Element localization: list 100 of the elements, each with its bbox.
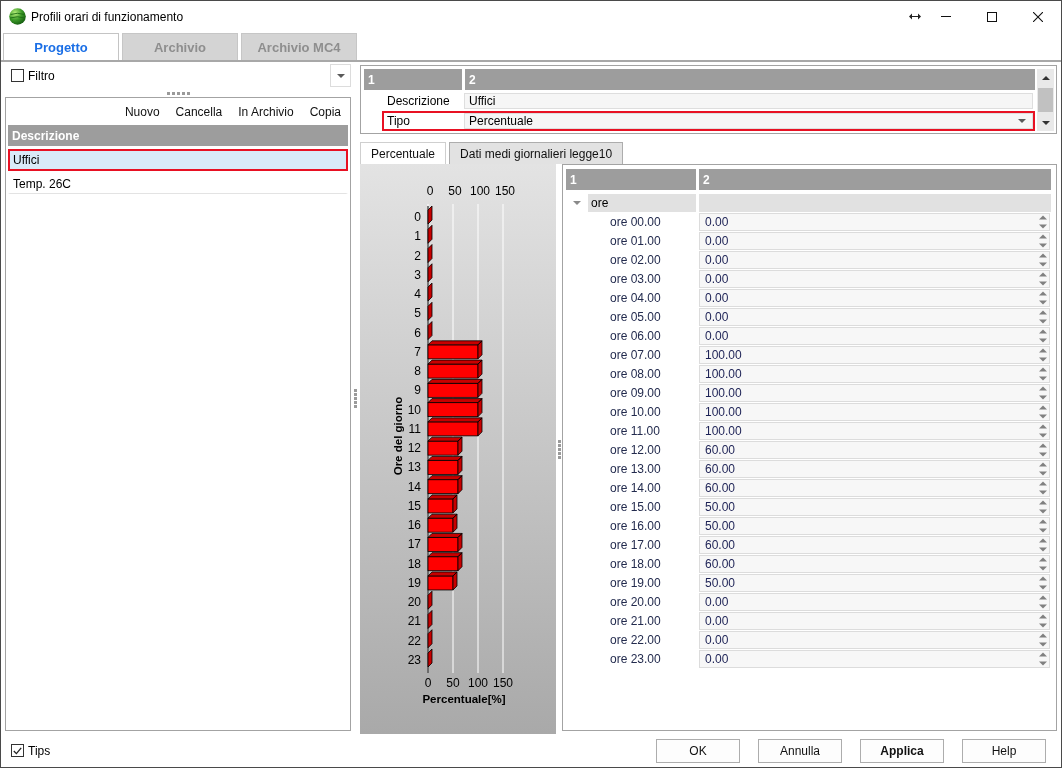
axis-tick-label: 15	[407, 498, 421, 513]
axis-tick-label: 16	[407, 518, 421, 533]
number-field[interactable]: 100.00	[699, 384, 1050, 402]
axis-tick-label: 0	[424, 676, 432, 690]
caret-icon	[1018, 119, 1026, 123]
caret-icon	[336, 73, 345, 78]
axis-tick-label: 18	[407, 556, 421, 571]
list-item[interactable]: Uffici	[8, 149, 348, 171]
spinner-arrows-icon	[1039, 595, 1047, 609]
toolbar-button[interactable]: Cancella	[170, 102, 228, 121]
grip-icon[interactable]	[166, 91, 190, 95]
spinner-arrows-icon	[1039, 519, 1047, 533]
scrollbar[interactable]	[1037, 69, 1054, 131]
close-icon	[1033, 11, 1043, 22]
row-label: ore 19.00	[609, 574, 662, 592]
spinner-arrows-icon	[1039, 538, 1047, 552]
row-label: ore 04.00	[609, 289, 662, 307]
tab[interactable]: Dati medi giornalieri legge10	[449, 142, 624, 164]
number-field[interactable]: 50.00	[699, 498, 1050, 516]
checkbox[interactable]	[11, 744, 24, 757]
up-arrow-icon	[1041, 75, 1050, 80]
checkbox-label[interactable]: Tips	[28, 743, 51, 758]
number-field[interactable]: 50.00	[699, 517, 1050, 535]
resize-arrows-icon[interactable]	[909, 13, 921, 20]
number-field[interactable]: 60.00	[699, 441, 1050, 459]
row-label: ore 23.00	[609, 650, 662, 668]
spinner-arrows-icon	[1039, 310, 1047, 324]
number-field[interactable]: 100.00	[699, 365, 1050, 383]
number-field[interactable]: 0.00	[699, 308, 1050, 326]
spinner-arrows-icon	[1039, 405, 1047, 419]
toolbar-button[interactable]: Copia	[304, 102, 346, 121]
text-field[interactable]: Uffici	[464, 93, 1033, 109]
axis-tick-label: 5	[414, 306, 421, 321]
axis-tick-label: 23	[407, 653, 421, 667]
number-field[interactable]: 0.00	[699, 631, 1050, 649]
spinner-arrows-icon	[1039, 633, 1047, 647]
row-label: ore 17.00	[609, 536, 662, 554]
axis-tick-label: 20	[407, 595, 421, 610]
number-field[interactable]: 0.00	[699, 612, 1050, 630]
spinner-arrows-icon	[1039, 272, 1047, 286]
checkbox[interactable]	[11, 69, 24, 82]
spinner-arrows-icon	[1039, 481, 1047, 495]
row-label: ore 12.00	[609, 441, 662, 459]
row-label: ore 01.00	[609, 232, 662, 250]
dialog-button[interactable]: Help	[962, 738, 1046, 763]
column-header: Descrizione	[8, 125, 348, 146]
toolbar-button[interactable]: Nuovo	[119, 102, 165, 121]
axis-tick-label: 4	[414, 287, 421, 302]
row-label: ore 03.00	[609, 270, 662, 288]
axis-tick-label: 0	[414, 210, 421, 224]
number-field[interactable]: 100.00	[699, 422, 1050, 440]
axis-tick-label: 14	[407, 479, 421, 494]
number-field[interactable]: 60.00	[699, 479, 1050, 497]
number-field[interactable]: 100.00	[699, 403, 1050, 421]
spinner-arrows-icon	[1039, 367, 1047, 381]
number-field[interactable]: 100.00	[699, 346, 1050, 364]
axis-tick-label: 150	[495, 184, 515, 198]
toolbar-button[interactable]: In Archivio	[233, 102, 299, 121]
dropdown-button[interactable]	[330, 64, 351, 87]
property-label: Tipo	[386, 113, 411, 129]
grip-icon[interactable]	[557, 439, 561, 459]
dialog-button[interactable]: OK	[656, 738, 740, 763]
row-label: ore 09.00	[609, 384, 662, 402]
row-label: ore 14.00	[609, 479, 662, 497]
expanded-triangle-icon[interactable]	[573, 199, 581, 207]
number-field[interactable]: 0.00	[699, 327, 1050, 345]
dialog-button[interactable]: Applica	[860, 738, 944, 763]
tab[interactable]: Percentuale	[360, 142, 447, 164]
spinner-arrows-icon	[1039, 462, 1047, 476]
down-arrow-icon	[1041, 120, 1050, 125]
row-label: ore 20.00	[609, 593, 662, 611]
axis-tick-label: 9	[414, 383, 421, 398]
property-label: Descrizione	[386, 93, 451, 109]
number-field[interactable]: 60.00	[699, 555, 1050, 573]
number-field[interactable]: 0.00	[699, 650, 1050, 668]
window-title: Profili orari di funzionamento	[31, 9, 184, 24]
number-field[interactable]: 0.00	[699, 232, 1050, 250]
row-label: ore 05.00	[609, 308, 662, 326]
number-field[interactable]: 0.00	[699, 289, 1050, 307]
dialog-button[interactable]: Annulla	[758, 738, 842, 763]
minimize-icon	[941, 16, 951, 17]
number-field[interactable]: 0.00	[699, 213, 1050, 231]
number-field[interactable]: 60.00	[699, 460, 1050, 478]
dropdown-field[interactable]: Percentuale	[464, 113, 1033, 129]
row-label: ore 21.00	[609, 612, 662, 630]
number-field[interactable]: 50.00	[699, 574, 1050, 592]
maximize-icon	[987, 11, 997, 22]
number-field[interactable]: 0.00	[699, 593, 1050, 611]
axis-tick-label: 17	[407, 537, 421, 552]
number-field[interactable]: 0.00	[699, 251, 1050, 269]
axis-tick-label: 6	[414, 325, 421, 340]
scrollbar-thumb[interactable]	[1038, 88, 1053, 112]
number-field[interactable]: 60.00	[699, 536, 1050, 554]
tab[interactable]: Progetto	[3, 33, 119, 60]
number-field[interactable]: 0.00	[699, 270, 1050, 288]
axis-tick-label: 13	[407, 460, 421, 475]
spinner-arrows-icon	[1039, 443, 1047, 457]
grip-icon[interactable]	[354, 388, 357, 408]
checkbox-label[interactable]: Filtro	[28, 68, 55, 83]
row-label: ore 13.00	[609, 460, 662, 478]
